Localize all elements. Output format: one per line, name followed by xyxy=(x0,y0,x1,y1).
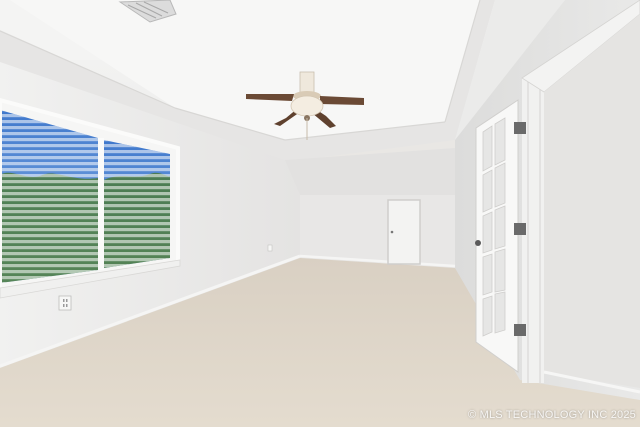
closet-door xyxy=(387,199,421,265)
door-knob-icon xyxy=(475,240,481,246)
room-illustration xyxy=(0,0,640,427)
french-door xyxy=(475,99,519,373)
copyright-watermark: © MLS TECHNOLOGY INC 2025 xyxy=(468,409,636,421)
electrical-outlet-icon xyxy=(58,295,72,311)
electrical-outlet-small xyxy=(267,244,273,252)
empty-bedroom-photo: © MLS TECHNOLOGY INC 2025 xyxy=(0,0,640,427)
window-blinds xyxy=(0,110,98,283)
